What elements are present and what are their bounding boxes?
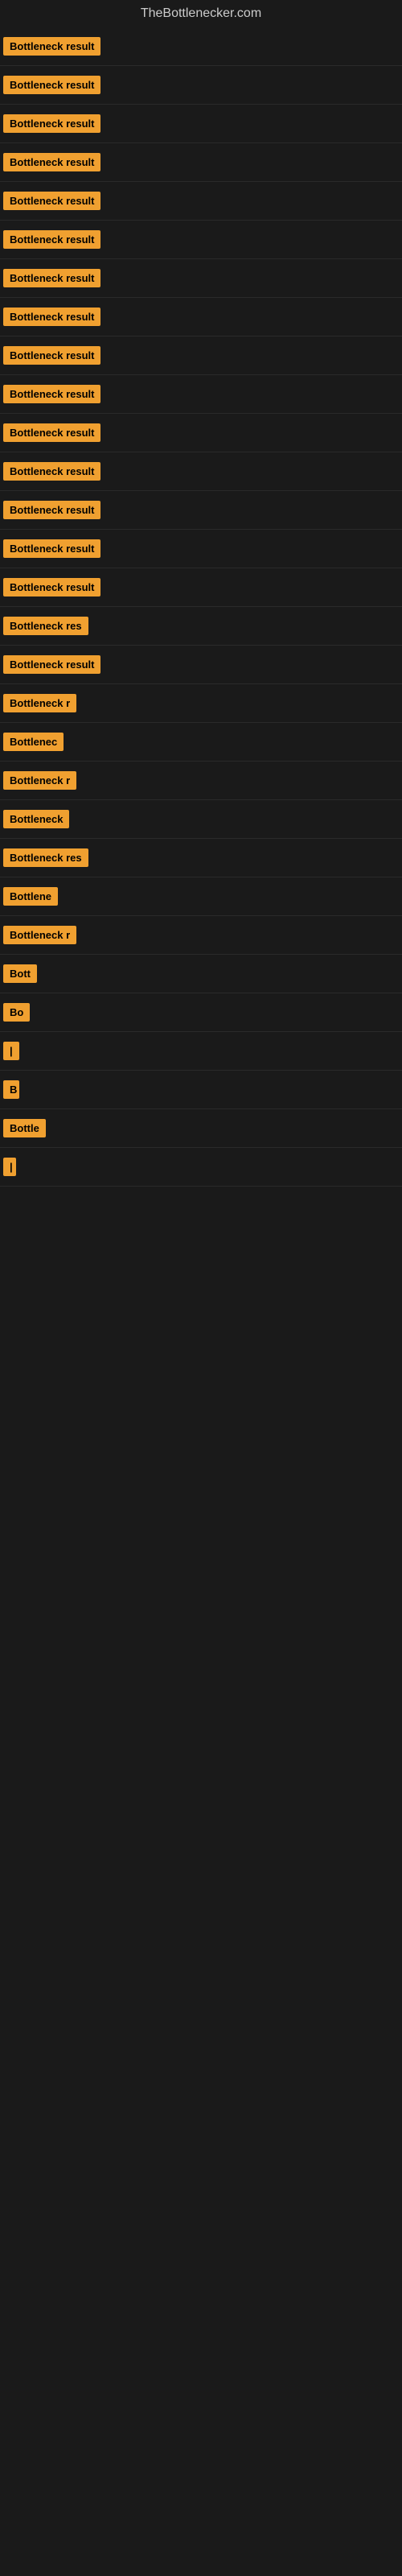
bottleneck-badge[interactable]: Bottleneck result <box>3 230 100 249</box>
list-item: Bottleneck r <box>0 684 402 723</box>
bottleneck-badge[interactable]: Bottleneck result <box>3 539 100 558</box>
list-item: Bottleneck res <box>0 839 402 877</box>
list-item: Bottleneck result <box>0 259 402 298</box>
bottleneck-badge[interactable]: Bottleneck result <box>3 114 100 133</box>
list-item: Bottleneck result <box>0 646 402 684</box>
list-item: Bottle <box>0 1109 402 1148</box>
list-item: | <box>0 1032 402 1071</box>
bottleneck-badge[interactable]: Bott <box>3 964 37 983</box>
list-item: Bottleneck result <box>0 375 402 414</box>
list-item: Bo <box>0 993 402 1032</box>
bottleneck-badge[interactable]: Bottleneck r <box>3 771 76 790</box>
bottleneck-badge[interactable]: Bottleneck result <box>3 76 100 94</box>
list-item: | <box>0 1148 402 1187</box>
list-item: B <box>0 1071 402 1109</box>
bottleneck-badge[interactable]: | <box>3 1158 16 1176</box>
bottleneck-badge[interactable]: Bottle <box>3 1119 46 1137</box>
list-item: Bottleneck result <box>0 105 402 143</box>
bottleneck-badge[interactable]: Bottleneck res <box>3 848 88 867</box>
bottleneck-badge[interactable]: Bottleneck result <box>3 346 100 365</box>
bottleneck-badge[interactable]: Bottleneck result <box>3 192 100 210</box>
bottleneck-badge[interactable]: Bottleneck r <box>3 694 76 712</box>
list-item: Bottleneck result <box>0 298 402 336</box>
list-item: Bottleneck result <box>0 414 402 452</box>
list-item: Bottleneck result <box>0 143 402 182</box>
bottleneck-badge[interactable]: | <box>3 1042 19 1060</box>
bottleneck-badge[interactable]: Bottleneck result <box>3 655 100 674</box>
list-item: Bottleneck result <box>0 182 402 221</box>
bottleneck-badge[interactable]: Bottleneck r <box>3 926 76 944</box>
bottleneck-badge[interactable]: Bottleneck result <box>3 269 100 287</box>
list-item: Bott <box>0 955 402 993</box>
list-item: Bottleneck result <box>0 66 402 105</box>
bottleneck-badge[interactable]: Bottlene <box>3 887 58 906</box>
list-item: Bottleneck result <box>0 530 402 568</box>
list-item: Bottlenec <box>0 723 402 762</box>
list-item: Bottleneck result <box>0 27 402 66</box>
bottleneck-badge[interactable]: Bottleneck result <box>3 462 100 481</box>
bottleneck-badge[interactable]: Bo <box>3 1003 30 1022</box>
bottleneck-badge[interactable]: Bottleneck result <box>3 423 100 442</box>
list-item: Bottlene <box>0 877 402 916</box>
bottleneck-badge[interactable]: Bottleneck result <box>3 153 100 171</box>
bottleneck-badge[interactable]: Bottleneck res <box>3 617 88 635</box>
list-item: Bottleneck r <box>0 916 402 955</box>
bottleneck-badge[interactable]: B <box>3 1080 19 1099</box>
bottleneck-badge[interactable]: Bottlenec <box>3 733 64 751</box>
list-item: Bottleneck <box>0 800 402 839</box>
bottleneck-badge[interactable]: Bottleneck result <box>3 308 100 326</box>
list-item: Bottleneck result <box>0 568 402 607</box>
list-item: Bottleneck result <box>0 452 402 491</box>
bottleneck-list: Bottleneck result Bottleneck result Bottle… <box>0 27 402 1187</box>
list-item: Bottleneck res <box>0 607 402 646</box>
list-item: Bottleneck result <box>0 336 402 375</box>
bottleneck-badge[interactable]: Bottleneck result <box>3 385 100 403</box>
list-item: Bottleneck result <box>0 221 402 259</box>
site-title: TheBottlenecker.com <box>0 0 402 27</box>
list-item: Bottleneck r <box>0 762 402 800</box>
bottleneck-badge[interactable]: Bottleneck <box>3 810 69 828</box>
bottleneck-badge[interactable]: Bottleneck result <box>3 37 100 56</box>
bottleneck-badge[interactable]: Bottleneck result <box>3 578 100 597</box>
bottleneck-badge[interactable]: Bottleneck result <box>3 501 100 519</box>
list-item: Bottleneck result <box>0 491 402 530</box>
